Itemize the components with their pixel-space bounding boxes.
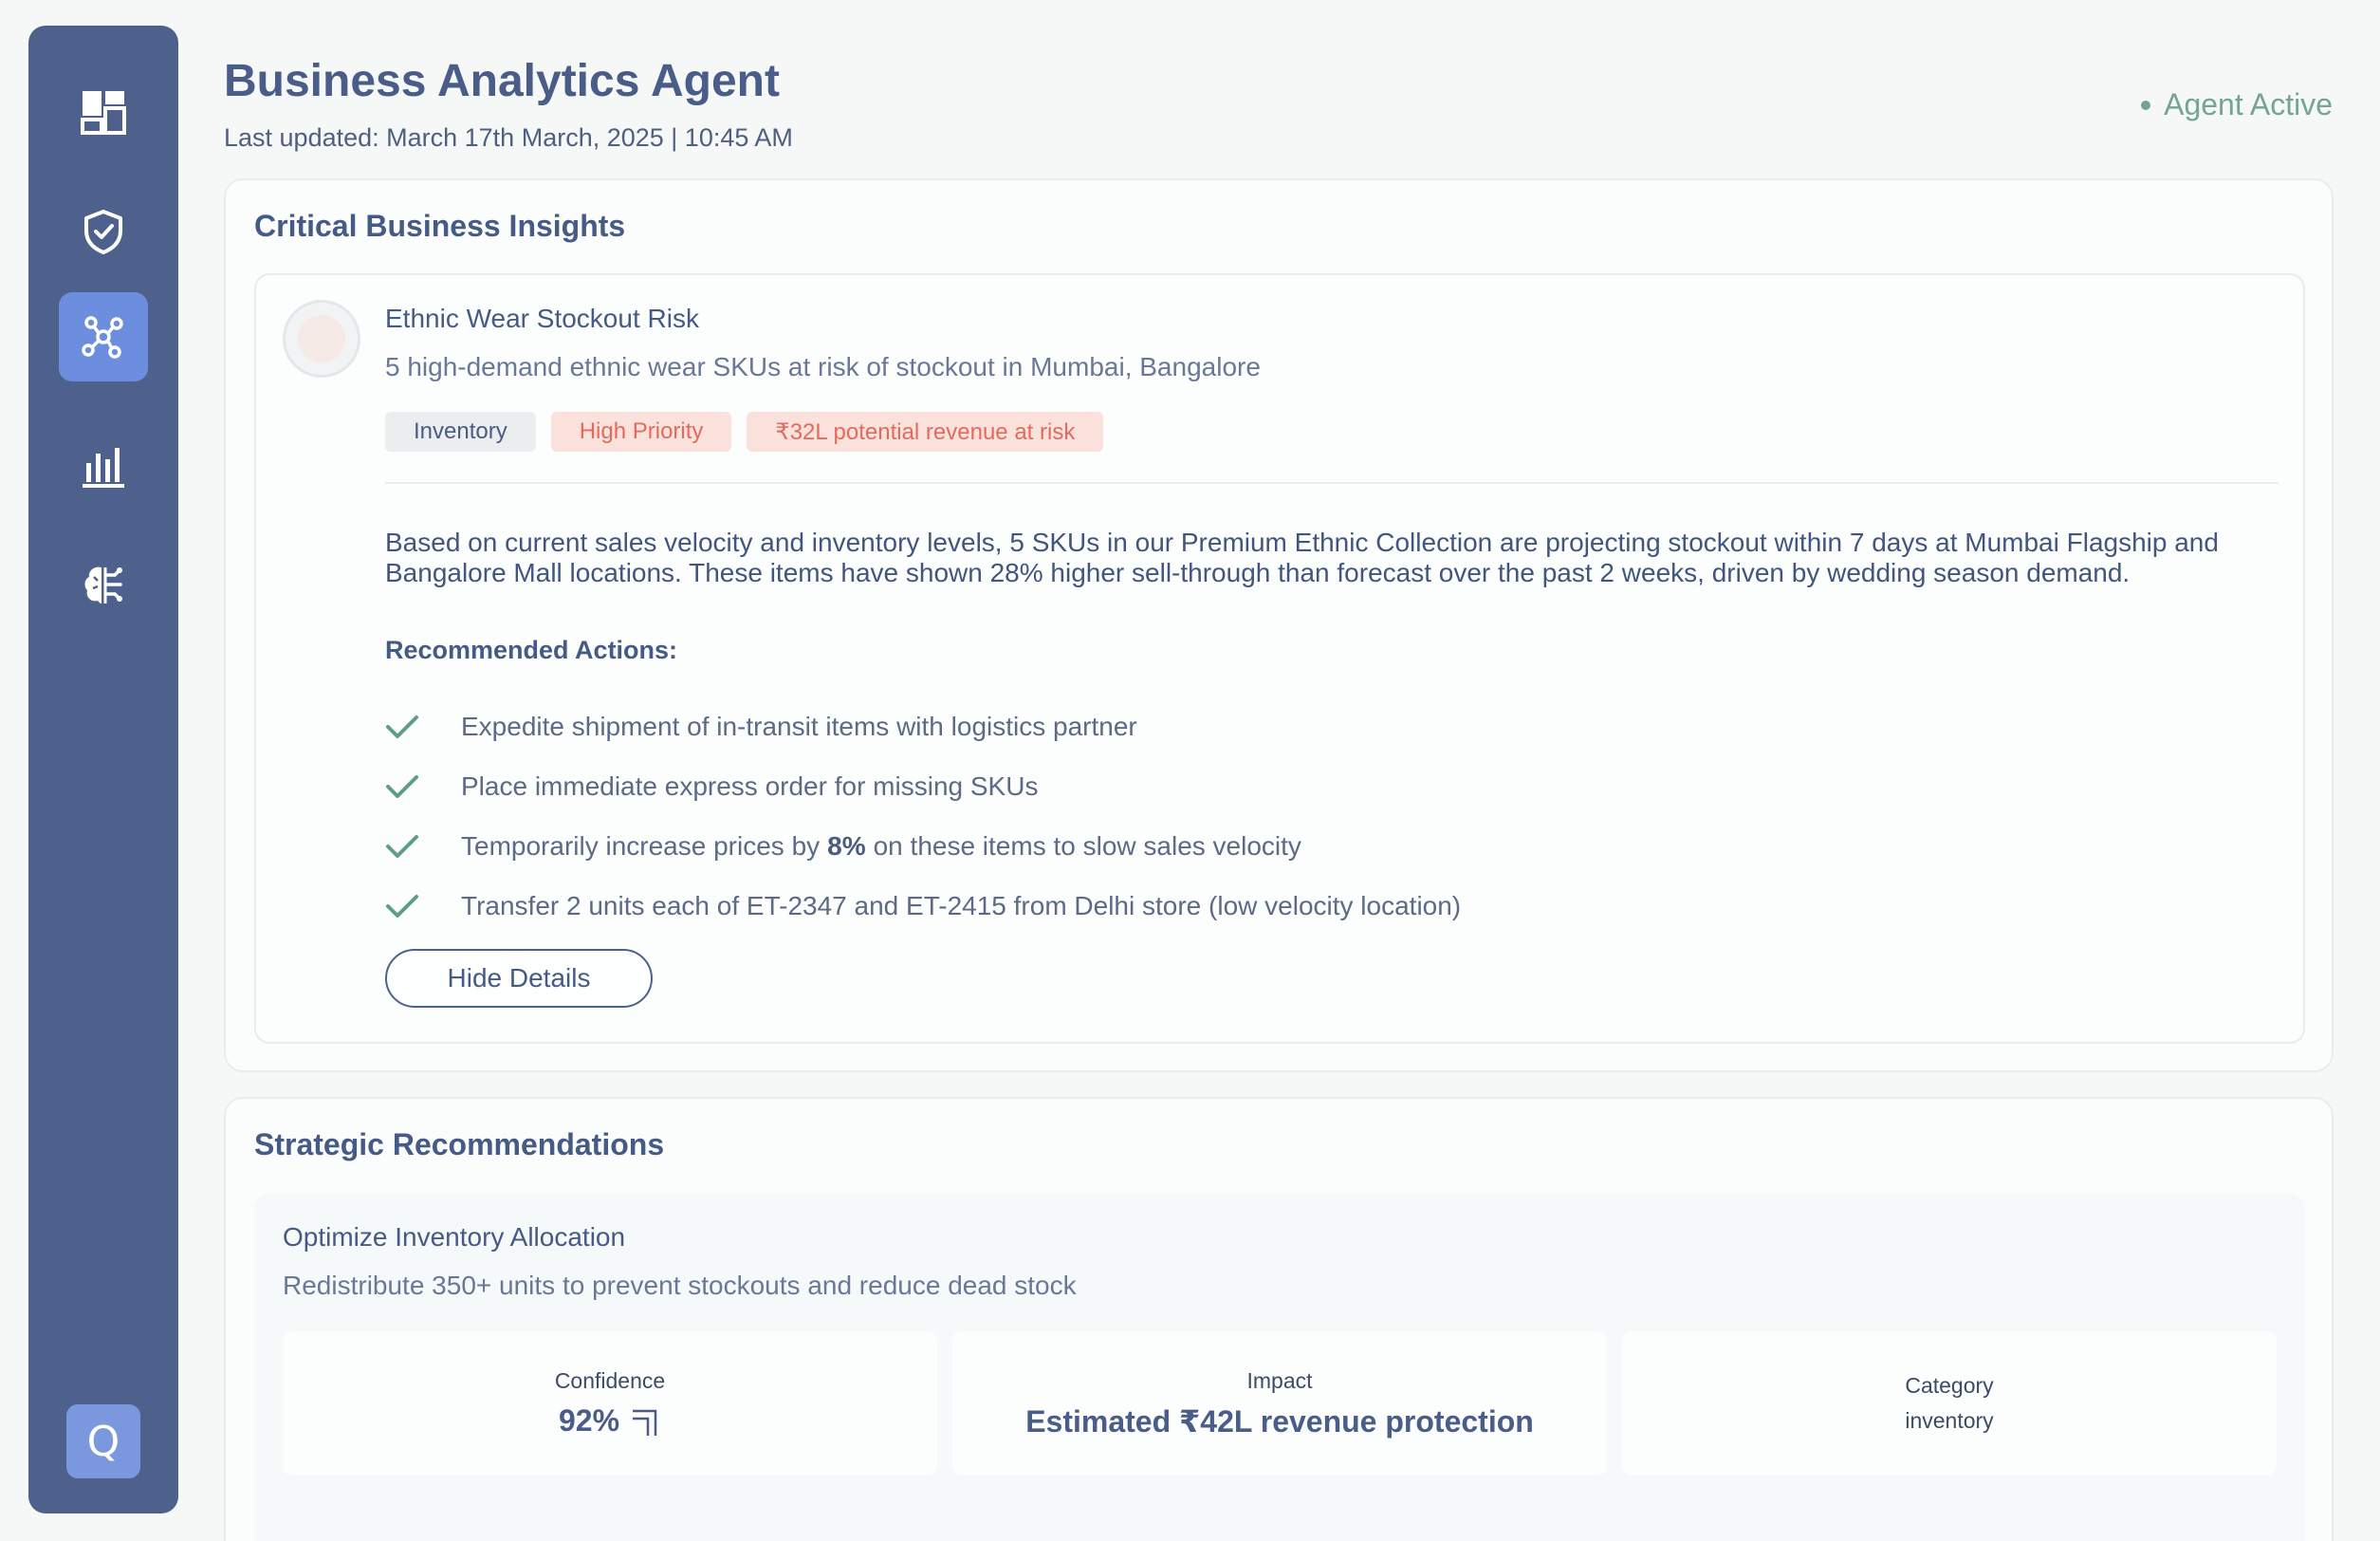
action-text: Expedite shipment of in-transit items wi… [461,711,1137,741]
confidence-value: 92% [558,1403,620,1438]
insight-title: Ethnic Wear Stockout Risk [385,304,699,333]
insight-card[interactable]: Ethnic Wear Stockout Risk 5 high-demand … [254,273,2305,1044]
brain-icon [84,566,122,603]
tag-priority: High Priority [550,412,732,452]
insight-subtitle: 5 high-demand ethnic wear SKUs at risk o… [385,352,1261,381]
strategic-title: Strategic Recommendations [254,1127,665,1161]
recommended-actions-heading: Recommended Actions: [385,636,678,664]
impact-value: Estimated ₹42L revenue protection [1025,1403,1534,1439]
confidence-label: Confidence [554,1368,666,1393]
category-metric: Category inventory [1622,1331,2277,1476]
category-label: Category [1905,1373,1994,1398]
list-item: Expedite shipment of in-transit items wi… [385,696,1461,756]
nav-dashboard[interactable] [59,67,148,157]
hide-details-button[interactable]: Hide Details [385,949,653,1008]
q-button[interactable]: Q [66,1404,140,1478]
recommendation-subtitle: Redistribute 350+ units to prevent stock… [283,1271,1077,1300]
category-value: inventory [1905,1408,1994,1433]
list-item: Place immediate express order for missin… [385,756,1461,816]
status-dot-icon [2141,100,2151,110]
network-icon [82,316,123,359]
nav-network[interactable] [59,292,148,381]
shield-check-icon [84,210,122,254]
confidence-metric: Confidence 92% [283,1331,937,1476]
agent-status: Agent Active [2141,87,2333,122]
list-item: Transfer 2 units each of ET-2347 and ET-… [385,876,1461,936]
list-item: Temporarily increase prices by 8% on the… [385,816,1461,876]
insight-avatar-icon [283,300,360,378]
nav-security[interactable] [59,187,148,276]
bar-chart-icon [83,448,124,488]
impact-metric: Impact Estimated ₹42L revenue protection [952,1331,1607,1476]
trend-icon [633,1409,657,1436]
action-text: Place immediate express order for missin… [461,770,1039,801]
tag-revenue-risk: ₹32L potential revenue at risk [747,412,1104,452]
last-updated: Last updated: March 17th March, 2025 | 1… [224,123,793,152]
action-text: Transfer 2 units each of ET-2347 and ET-… [461,890,1462,920]
sidebar: Q [28,26,178,1513]
insights-panel: Critical Business Insights Ethnic Wear S… [224,178,2334,1072]
recommendation-title: Optimize Inventory Allocation [283,1222,626,1252]
action-text-highlight: 8% [827,830,866,861]
insight-description: Based on current sales velocity and inve… [385,528,2219,587]
tag-inventory: Inventory [385,412,536,452]
check-icon [385,828,421,864]
strategic-panel: Strategic Recommendations Optimize Inven… [224,1097,2334,1541]
divider [385,482,2279,484]
check-icon [385,888,421,924]
nav-ai[interactable] [59,540,148,629]
impact-label: Impact [1246,1367,1313,1393]
insight-tags: Inventory High Priority ₹32L potential r… [385,412,1104,452]
check-icon [385,769,421,805]
insights-title: Critical Business Insights [254,209,626,243]
action-text-pre: Temporarily increase prices by [461,830,821,861]
confidence-value-row: 92% [559,1403,661,1439]
recommendation-card[interactable]: Optimize Inventory Allocation Redistribu… [254,1194,2305,1541]
action-text-post: on these items to slow sales velocity [873,830,1301,861]
page-title: Business Analytics Agent [224,56,780,106]
check-icon [385,709,421,745]
nav-analytics[interactable] [59,420,148,510]
recommended-actions-list: Expedite shipment of in-transit items wi… [385,696,1461,936]
dashboard-icon [81,91,126,135]
agent-status-label: Agent Active [2164,87,2333,121]
